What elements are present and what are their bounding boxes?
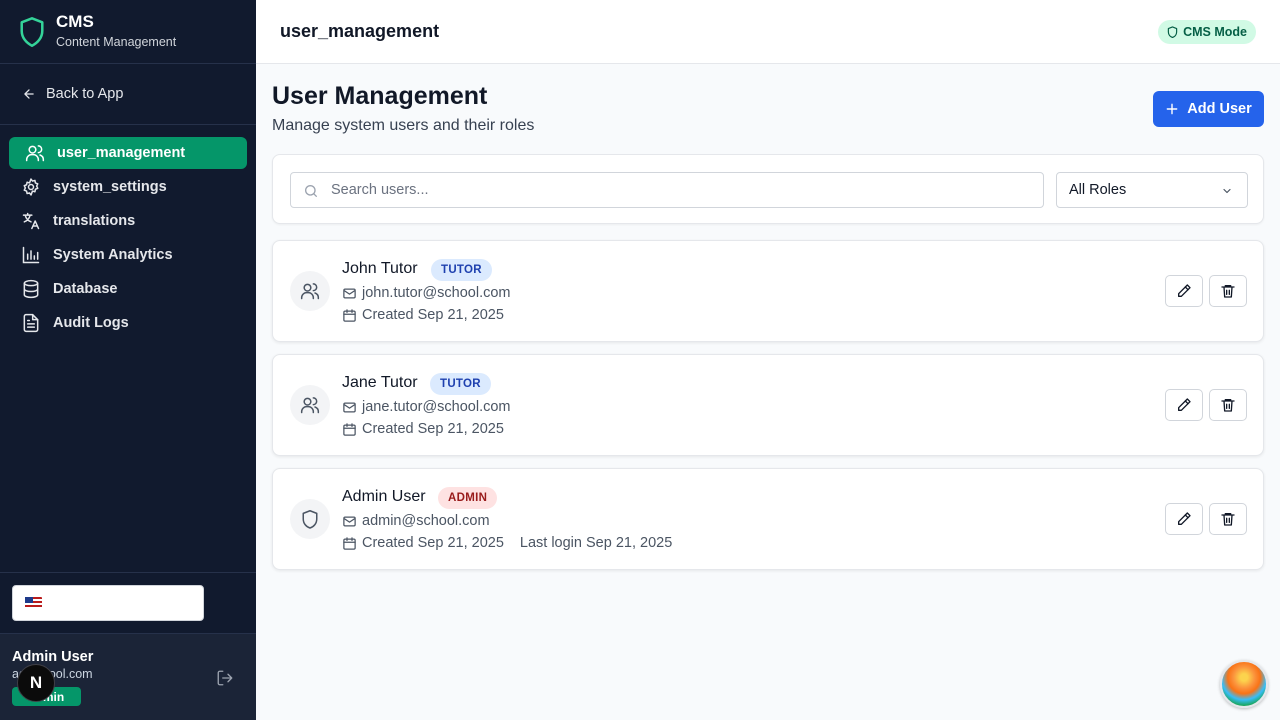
page-title: User Management (272, 82, 488, 110)
users-icon (300, 283, 320, 300)
user-card: John Tutor TUTOR john.tutor@school.com C… (272, 240, 1264, 342)
cms-mode-badge: CMS Mode (1158, 20, 1256, 44)
sidebar-item-label: translations (53, 213, 136, 229)
bar-chart-icon (22, 246, 40, 264)
search-icon (305, 185, 317, 197)
avatar (290, 385, 330, 425)
add-user-label: Add User (1187, 101, 1252, 117)
user-email: john.tutor@school.com (362, 285, 511, 301)
mail-icon (343, 288, 356, 298)
sidebar: CMS Content Management Back to App user_… (0, 0, 256, 720)
sidebar-item-user-management[interactable]: user_management (9, 137, 247, 169)
user-email: jane.tutor@school.com (362, 399, 511, 415)
user-email-line: jane.tutor@school.com (342, 399, 511, 415)
trash-icon (1221, 513, 1235, 526)
trash-icon (1221, 399, 1235, 412)
translate-icon (22, 212, 40, 230)
sidebar-item-label: system_settings (53, 179, 167, 195)
calendar-icon (343, 536, 356, 550)
sidebar-nav: user_management system_settings translat… (0, 125, 256, 339)
arrow-left-icon (24, 89, 34, 99)
shield-icon (1167, 26, 1178, 38)
sidebar-item-audit-logs[interactable]: Audit Logs (9, 307, 247, 339)
shield-icon (302, 510, 318, 529)
avatar (290, 271, 330, 311)
shield-logo-icon (20, 16, 44, 47)
sidebar-item-label: user_management (57, 145, 186, 161)
cms-mode-label: CMS Mode (1183, 25, 1247, 39)
user-created-line: Created Sep 21, 2025 (342, 307, 504, 323)
user-name: John Tutor (342, 260, 418, 277)
search-input[interactable] (331, 173, 1031, 207)
calendar-icon (343, 308, 356, 322)
mail-icon (343, 402, 356, 412)
edit-user-button[interactable] (1165, 275, 1203, 307)
user-name: Admin User (342, 488, 426, 505)
user-card: Admin User ADMIN admin@school.com Create… (272, 468, 1264, 570)
search-field[interactable] (290, 172, 1044, 208)
user-email: admin@school.com (362, 513, 490, 529)
trash-icon (1221, 285, 1235, 298)
edit-user-button[interactable] (1165, 389, 1203, 421)
role-badge: ADMIN (438, 487, 498, 509)
top-bar: user_management CMS Mode (256, 0, 1280, 64)
delete-user-button[interactable] (1209, 503, 1247, 535)
brand: CMS Content Management (0, 0, 256, 64)
pencil-icon (1178, 512, 1191, 525)
back-to-app-link[interactable]: Back to App (0, 64, 256, 125)
file-text-icon (23, 313, 39, 333)
sidebar-item-system-settings[interactable]: system_settings (9, 171, 247, 203)
gear-icon (23, 178, 39, 196)
header-title: user_management (280, 21, 440, 41)
pencil-icon (1178, 284, 1191, 297)
users-icon (25, 145, 45, 162)
assistant-avatar-icon[interactable] (1220, 660, 1268, 708)
avatar (290, 499, 330, 539)
role-filter-select[interactable]: All Roles (1056, 172, 1248, 208)
chevron-down-icon (1223, 188, 1231, 194)
filter-card: All Roles (272, 154, 1264, 224)
sidebar-item-label: Database (53, 281, 118, 297)
delete-user-button[interactable] (1209, 389, 1247, 421)
user-created: Created Sep 21, 2025 (362, 307, 504, 323)
users-icon (300, 397, 320, 414)
language-section (0, 572, 256, 633)
sidebar-item-translations[interactable]: translations (9, 205, 247, 237)
mail-icon (343, 516, 356, 526)
page-subtitle: Manage system users and their roles (272, 117, 535, 134)
user-created: Created Sep 21, 2025 (362, 535, 504, 551)
edit-user-button[interactable] (1165, 503, 1203, 535)
back-to-app-label: Back to App (46, 86, 124, 102)
role-badge: TUTOR (431, 259, 492, 281)
plus-icon (1166, 103, 1178, 115)
add-user-button[interactable]: Add User (1153, 91, 1264, 127)
user-created-line: Created Sep 21, 2025 Last login Sep 21, … (342, 535, 672, 551)
user-name: Jane Tutor (342, 374, 418, 391)
brand-subtitle: Content Management (56, 35, 177, 49)
logout-icon[interactable] (216, 669, 234, 687)
calendar-icon (343, 422, 356, 436)
user-created-line: Created Sep 21, 2025 (342, 421, 504, 437)
sidebar-item-system-analytics[interactable]: System Analytics (9, 239, 247, 271)
user-email-line: admin@school.com (342, 513, 490, 529)
user-email-line: john.tutor@school.com (342, 285, 511, 301)
role-filter-value: All Roles (1069, 182, 1127, 198)
sidebar-item-database[interactable]: Database (9, 273, 247, 305)
pencil-icon (1178, 398, 1191, 411)
dev-tools-badge[interactable]: N (17, 664, 55, 702)
sidebar-item-label: Audit Logs (53, 315, 129, 331)
user-card: Jane Tutor TUTOR jane.tutor@school.com C… (272, 354, 1264, 456)
sidebar-item-label: System Analytics (53, 247, 173, 263)
user-last-login: Last login Sep 21, 2025 (519, 535, 673, 551)
role-badge: TUTOR (430, 373, 491, 395)
language-select[interactable] (12, 585, 204, 621)
database-icon (23, 279, 39, 299)
us-flag-icon (25, 597, 42, 609)
current-user-name: Admin User (12, 649, 94, 665)
user-created: Created Sep 21, 2025 (362, 421, 504, 437)
delete-user-button[interactable] (1209, 275, 1247, 307)
brand-title: CMS (56, 12, 94, 31)
